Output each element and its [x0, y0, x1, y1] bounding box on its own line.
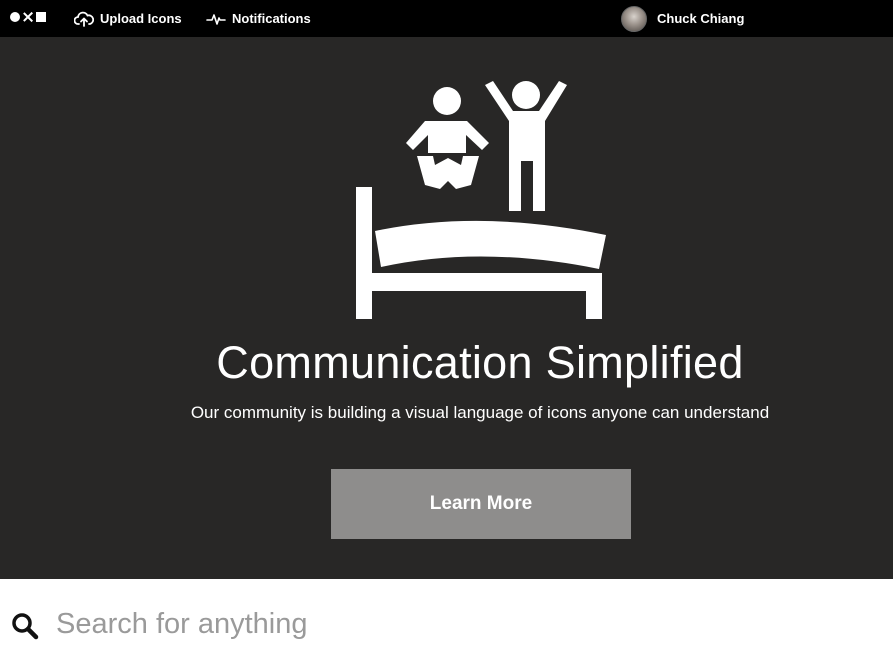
notifications-label: Notifications — [232, 11, 311, 26]
search-icon[interactable] — [11, 612, 39, 640]
logo-dot-shape — [10, 12, 20, 22]
hero-subtitle: Our community is building a visual langu… — [190, 403, 770, 422]
avatar[interactable] — [621, 5, 647, 32]
cloud-upload-icon — [74, 11, 94, 27]
top-bar: Upload Icons Notifications Chuck Chiang — [0, 0, 893, 37]
search-input[interactable] — [54, 601, 874, 647]
hero-title: Communication Simplified — [216, 337, 744, 388]
logo-x-shape — [23, 12, 33, 22]
logo-square-shape — [36, 12, 46, 22]
logo[interactable] — [10, 11, 46, 23]
upload-icons-label: Upload Icons — [100, 11, 182, 26]
hero-section: Communication Simplified Our community i… — [0, 37, 893, 579]
user-name: Chuck Chiang — [657, 11, 745, 26]
kids-jumping-on-bed-icon — [356, 81, 606, 319]
notifications-link[interactable]: Notifications — [206, 0, 311, 37]
upload-icons-link[interactable]: Upload Icons — [74, 0, 182, 37]
activity-pulse-icon — [206, 13, 226, 25]
user-menu[interactable]: Chuck Chiang — [621, 0, 744, 37]
search-bar — [0, 579, 893, 657]
learn-more-button[interactable]: Learn More — [331, 469, 631, 539]
